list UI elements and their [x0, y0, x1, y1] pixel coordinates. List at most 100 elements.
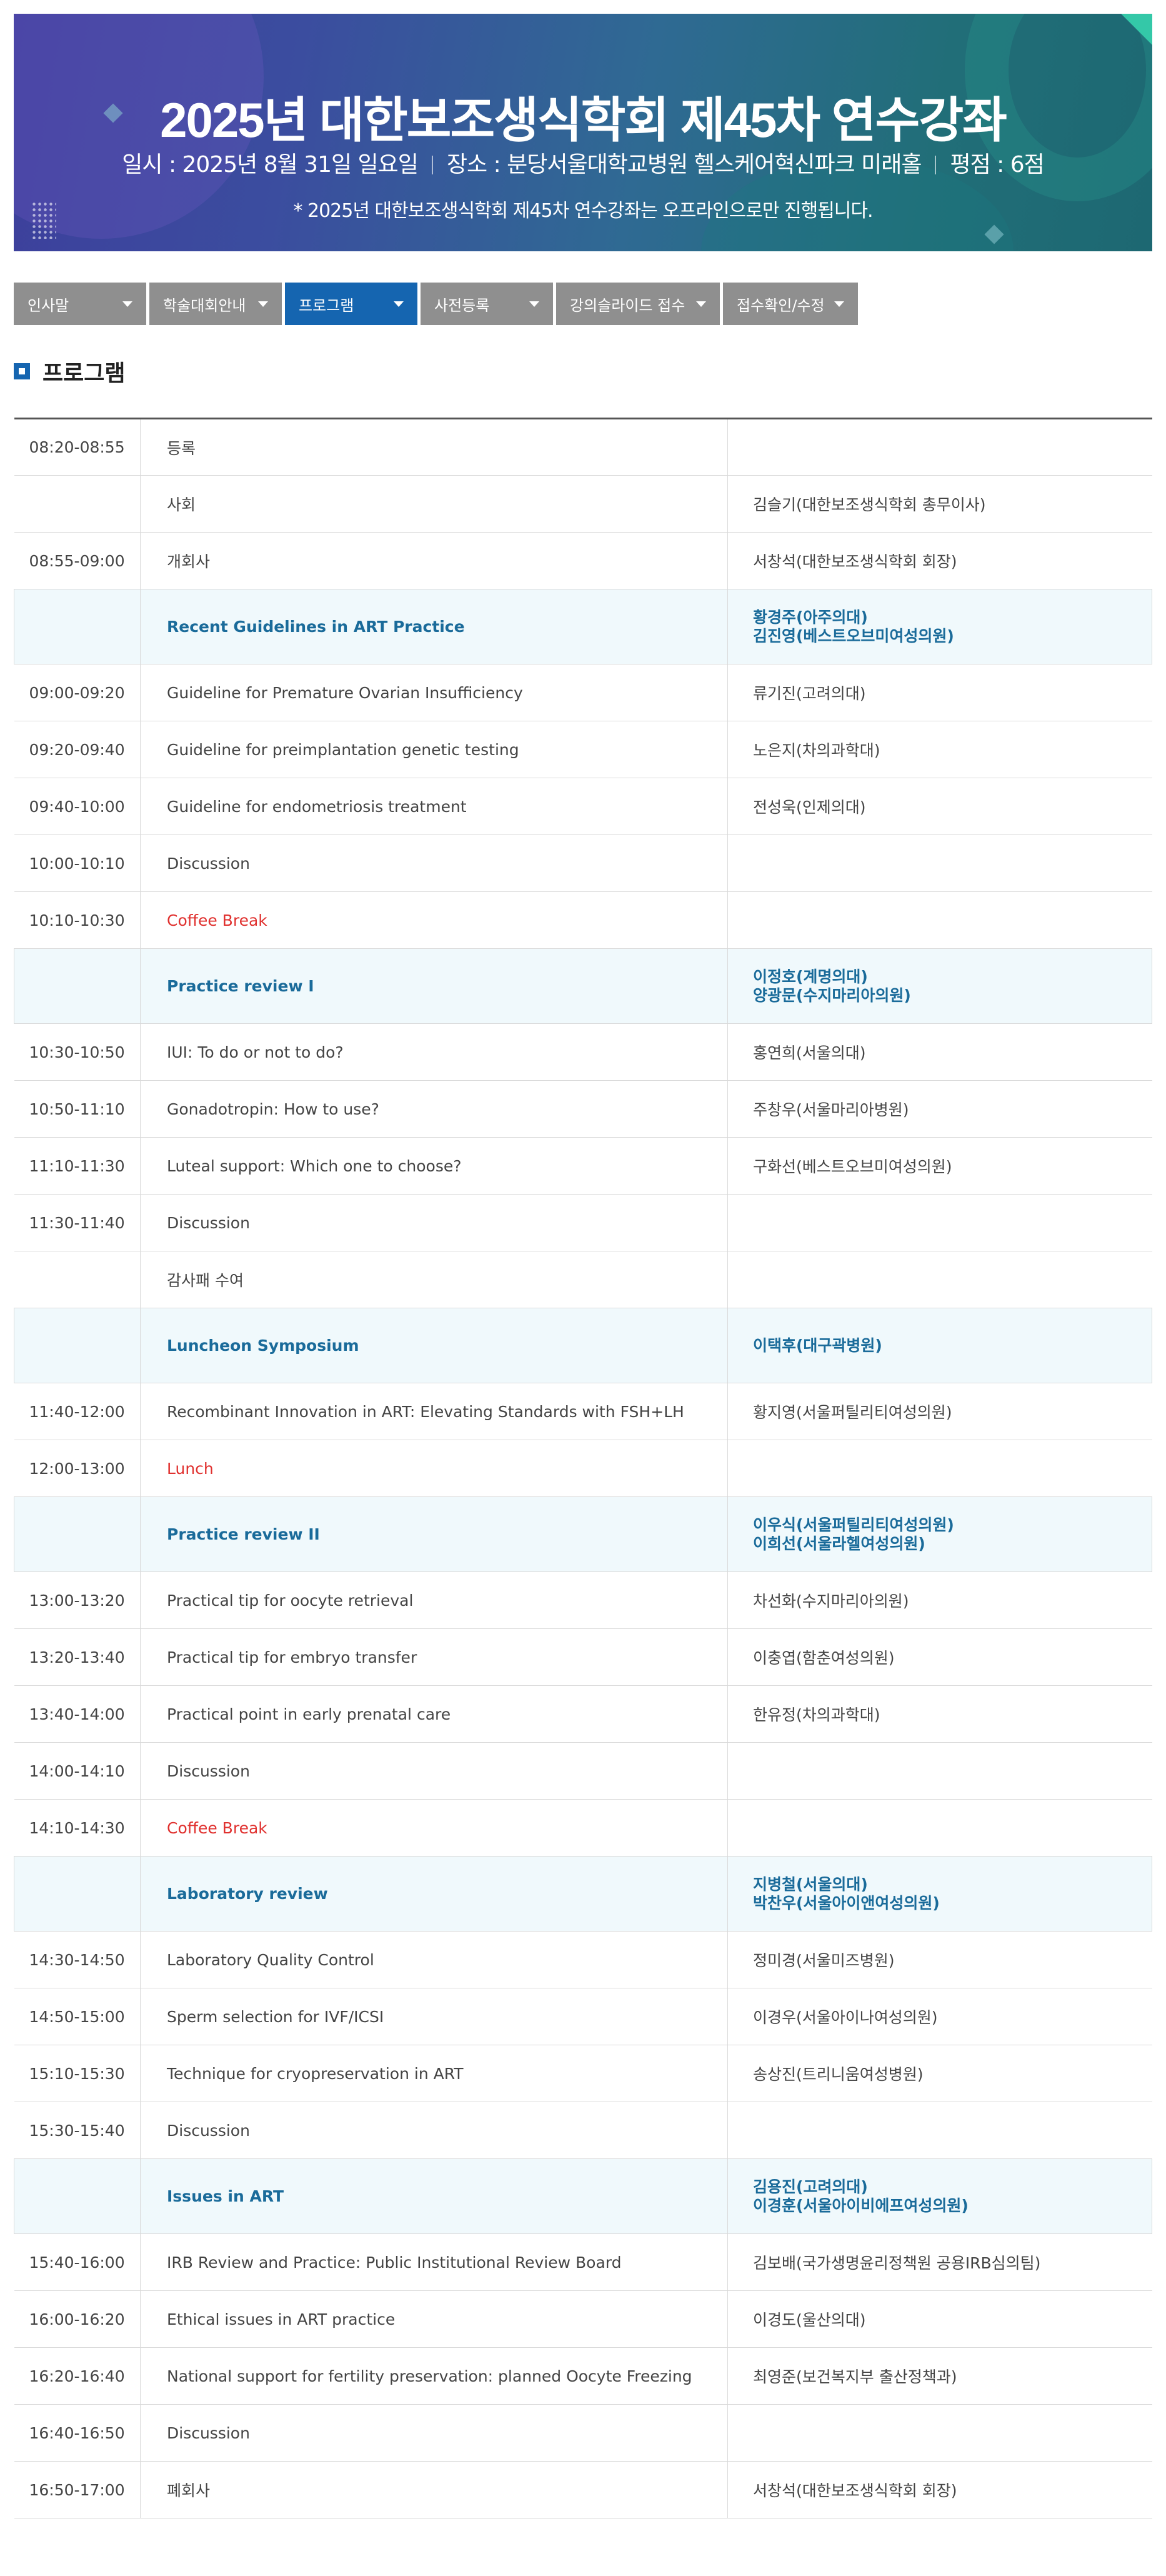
speaker-name: 최영준(보건복지부 출산정책과) [753, 2368, 957, 2386]
title-cell: Guideline for endometriosis treatment [140, 778, 728, 835]
speaker-name: 정미경(서울미즈병원) [753, 1952, 895, 1970]
title-cell: 사회 [140, 475, 728, 533]
speaker-cell [727, 891, 1152, 949]
title-cell: Luncheon Symposium [140, 1308, 728, 1383]
time-cell [14, 1308, 141, 1383]
speaker-cell: 한유정(차의과학대) [727, 1685, 1152, 1743]
speaker-cell: 서창석(대한보조생식학회 회장) [727, 2461, 1152, 2518]
table-row: 16:20-16:40 National support for fertilit… [14, 2347, 1152, 2405]
title-cell: 감사패 수여 [140, 1251, 728, 1308]
speaker-cell: 지병철(서울의대) 박찬우(서울아이앤여성의원) [727, 1856, 1152, 1932]
title-cell: Luteal support: Which one to choose? [140, 1137, 728, 1195]
nav-item-label: 학술대회안내 [163, 296, 246, 314]
nav-item-label: 인사말 [27, 296, 69, 314]
time-cell: 13:00-13:20 [14, 1571, 141, 1629]
speaker-cell: 김보배(국가생명윤리정책원 공용IRB심의팀) [727, 2233, 1152, 2291]
title-cell: Discussion [140, 1742, 728, 1800]
table-row: 10:00-10:10 Discussion [14, 834, 1152, 892]
nav-item-label: 접수확인/수정 [737, 296, 825, 314]
title-cell: Sperm selection for IVF/ICSI [140, 1988, 728, 2045]
speaker-cell: 송상진(트리니움여성병원) [727, 2045, 1152, 2102]
banner-venue: 장소 : 분당서울대학교병원 헬스케어혁신파크 미래홀 [446, 152, 922, 178]
speaker-cell [727, 1742, 1152, 1800]
event-banner: 2025년 대한보조생식학회 제45차 연수강좌 일시 : 2025년 8월 3… [14, 14, 1152, 251]
table-row: 14:30-14:50 Laboratory Quality Control 정미경… [14, 1931, 1152, 1988]
title-cell: Discussion [140, 2404, 728, 2462]
time-cell: 15:10-15:30 [14, 2045, 141, 2102]
speaker-name: 김용진(고려의대) [753, 2177, 868, 2196]
speaker-cell: 황경주(아주의대) 김진영(베스트오브미여성의원) [727, 589, 1152, 664]
title-cell: Guideline for Premature Ovarian Insuffic… [140, 664, 728, 721]
nav-item[interactable]: 강의슬라이드 접수 [556, 283, 720, 325]
time-cell [14, 1251, 141, 1308]
time-cell [14, 1856, 141, 1932]
title-cell: Lunch [140, 1440, 728, 1497]
time-cell: 14:10-14:30 [14, 1799, 141, 1857]
speaker-name: 홍연희(서울의대) [753, 1044, 866, 1062]
time-cell: 11:30-11:40 [14, 1194, 141, 1251]
time-cell: 10:00-10:10 [14, 834, 141, 892]
caret-down-icon [394, 301, 404, 307]
speaker-name: 이경도(울산의대) [753, 2311, 866, 2329]
nav-item[interactable]: 사전등록 [421, 283, 553, 325]
program-table: 08:20-08:55 등록 사회 김슬기(대한보조생식학회 총무이사) 08:55-0… [14, 418, 1152, 2518]
caret-down-icon [258, 301, 268, 307]
time-cell: 13:40-14:00 [14, 1685, 141, 1743]
title-cell: 폐회사 [140, 2461, 728, 2518]
speaker-name: 지병철(서울의대) [753, 1875, 868, 1893]
time-cell: 16:20-16:40 [14, 2347, 141, 2405]
speaker-cell: 김용진(고려의대) 이경훈(서울아이비에프여성의원) [727, 2158, 1152, 2234]
table-row: 09:40-10:00 Guideline for endometriosis t… [14, 778, 1152, 835]
title-cell: Laboratory review [140, 1856, 728, 1932]
time-cell: 14:00-14:10 [14, 1742, 141, 1800]
table-row: 08:20-08:55 등록 [14, 418, 1152, 476]
time-cell: 15:30-15:40 [14, 2102, 141, 2159]
speaker-name: 박찬우(서울아이앤여성의원) [753, 1893, 940, 1912]
session-row: Issues in ART 김용진(고려의대) 이경훈(서울아이비에프여성의원) [14, 2158, 1152, 2234]
speaker-cell [727, 834, 1152, 892]
section-heading: 프로그램 [14, 358, 1152, 386]
table-row: 14:00-14:10 Discussion [14, 1742, 1152, 1800]
table-row: 10:30-10:50 IUI: To do or not to do? 홍연희(서… [14, 1023, 1152, 1081]
caret-down-icon [696, 301, 706, 307]
speaker-cell: 홍연희(서울의대) [727, 1023, 1152, 1081]
speaker-name: 황경주(아주의대) [753, 608, 868, 626]
nav-item[interactable]: 프로그램 [285, 283, 417, 325]
time-cell: 09:20-09:40 [14, 721, 141, 778]
speaker-cell [727, 1251, 1152, 1308]
title-cell: Practical point in early prenatal care [140, 1685, 728, 1743]
time-cell: 08:20-08:55 [14, 418, 141, 476]
title-cell: Practice review II [140, 1496, 728, 1572]
table-row: 08:55-09:00 개회사 서창석(대한보조생식학회 회장) [14, 532, 1152, 589]
time-cell: 14:30-14:50 [14, 1931, 141, 1988]
speaker-name: 황지영(서울퍼틸리티여성의원) [753, 1403, 952, 1421]
table-row: 13:40-14:00 Practical point in early pren… [14, 1685, 1152, 1743]
table-row: 12:00-13:00 Lunch [14, 1440, 1152, 1497]
table-row: 10:50-11:10 Gonadotropin: How to use? 주창우(… [14, 1080, 1152, 1138]
nav-item[interactable]: 인사말 [14, 283, 146, 325]
speaker-cell [727, 1440, 1152, 1497]
table-row: 감사패 수여 [14, 1251, 1152, 1308]
time-cell: 10:10-10:30 [14, 891, 141, 949]
table-row: 11:40-12:00 Recombinant Innovation in ART… [14, 1383, 1152, 1440]
time-cell: 16:50-17:00 [14, 2461, 141, 2518]
speaker-cell: 노은지(차의과학대) [727, 721, 1152, 778]
speaker-name: 전성욱(인제의대) [753, 798, 866, 816]
time-cell: 11:10-11:30 [14, 1137, 141, 1195]
speaker-cell: 정미경(서울미즈병원) [727, 1931, 1152, 1988]
time-cell: 10:50-11:10 [14, 1080, 141, 1138]
speaker-cell: 김슬기(대한보조생식학회 총무이사) [727, 475, 1152, 533]
time-cell: 15:40-16:00 [14, 2233, 141, 2291]
caret-down-icon [122, 301, 132, 307]
nav-item[interactable]: 접수확인/수정 [723, 283, 858, 325]
title-cell: Practice review I [140, 948, 728, 1024]
title-cell: Discussion [140, 1194, 728, 1251]
nav-item[interactable]: 학술대회안내 [149, 283, 282, 325]
time-cell: 09:40-10:00 [14, 778, 141, 835]
speaker-cell: 이경우(서울아이나여성의원) [727, 1988, 1152, 2045]
banner-score: 평점 : 6점 [950, 152, 1044, 178]
table-row: 15:40-16:00 IRB Review and Practice: Publ… [14, 2233, 1152, 2291]
title-cell: Ethical issues in ART practice [140, 2290, 728, 2348]
table-row: 14:10-14:30 Coffee Break [14, 1799, 1152, 1857]
nav-item-label: 강의슬라이드 접수 [570, 296, 685, 314]
